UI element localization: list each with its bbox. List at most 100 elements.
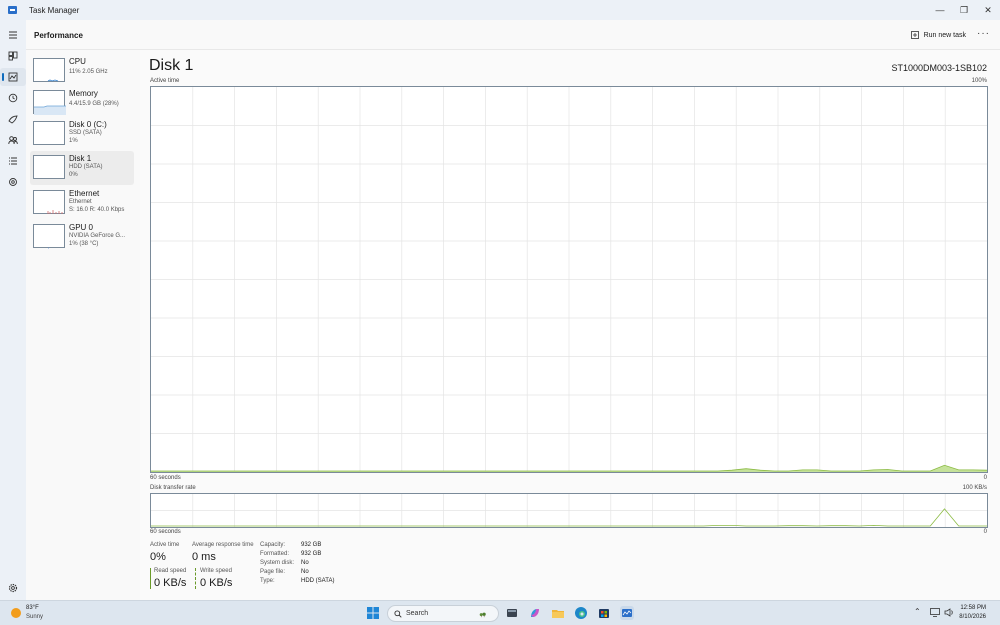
taskbar-search[interactable]: Search [387,605,499,622]
ethernet-thumbnail [33,190,65,214]
processes-icon[interactable] [0,47,26,65]
active-time-label: Active time [150,542,180,548]
page-header: Performance Run new task ··· [26,20,1000,50]
property-key: Formatted: [260,551,290,557]
device-name: CPU [69,57,86,66]
run-new-task-label: Run new task [923,31,966,39]
details-icon[interactable] [0,152,26,170]
property-key: Capacity: [260,542,286,548]
window-controls: — ❐ ✕ [928,0,1000,20]
file-explorer-icon[interactable] [505,606,519,620]
close-icon[interactable]: ✕ [976,0,1000,20]
minimize-icon[interactable]: — [928,0,952,20]
tree-widget-icon [473,607,495,621]
disk-1-thumbnail [33,155,65,179]
chevron-up-icon[interactable]: ⌃ [914,607,921,616]
clock-time[interactable]: 12:58 PM [960,605,986,611]
write-speed-label: Write speed [200,568,232,574]
device-detail: HDD (SATA) [69,164,103,170]
property-key: Page file: [260,569,286,575]
graph-min: 0 [983,529,987,535]
disk-detail-panel: Disk 1 ST1000DM003-1SB102 Active time 10… [140,50,1000,600]
disk-0-thumbnail [33,121,65,145]
device-gpu-0[interactable]: GPU 0 NVIDIA GeForce G... 1% (38 °C) [30,220,134,254]
window-title: Task Manager [29,5,80,15]
read-speed-indicator [150,568,151,589]
device-detail: 4.4/15.9 GB (28%) [69,101,119,107]
transfer-rate-svg [151,494,987,527]
device-name: GPU 0 [69,223,94,232]
device-name: Disk 1 [69,154,92,163]
cpu-thumbnail [33,58,65,82]
edge-icon[interactable] [574,606,588,620]
property-key: Type: [260,578,275,584]
device-detail: Ethernet [69,199,92,205]
task-manager-taskbar-icon[interactable] [620,606,634,620]
graph-min: 0 [983,475,987,481]
volume-icon[interactable] [944,608,954,619]
maximize-icon[interactable]: ❐ [952,0,976,20]
settings-icon[interactable] [0,579,26,597]
device-detail: 11% 2.05 GHz [69,69,108,75]
device-name: Ethernet [69,189,100,198]
property-value: 932 GB [301,551,322,557]
device-ethernet[interactable]: Ethernet Ethernet S: 16.0 R: 40.0 Kbps [30,186,134,220]
task-manager-icon [8,6,17,14]
run-new-task-button[interactable]: Run new task [910,31,966,39]
device-list: CPU 11% 2.05 GHz Memory 4.4/15.9 GB (28%… [26,50,140,600]
navigation-rail [0,20,26,600]
clock-date[interactable]: 8/10/2026 [959,614,986,620]
hamburger-icon[interactable] [0,26,26,44]
active-time-svg [151,87,987,472]
weather-temperature[interactable]: 83°F [26,605,39,611]
device-usage: S: 16.0 R: 40.0 Kbps [69,207,125,213]
more-options-button[interactable]: ··· [977,28,990,39]
property-key: System disk: [260,560,295,566]
device-usage: 1% (38 °C) [69,241,99,247]
write-speed-value: 0 KB/s [200,577,233,589]
write-speed-indicator [195,568,196,589]
copilot-icon[interactable] [528,606,542,620]
search-icon [394,610,402,618]
search-placeholder: Search [406,610,429,617]
active-time-graph-label: Active time [150,78,180,84]
device-usage: 1% [69,138,78,144]
device-cpu[interactable]: CPU 11% 2.05 GHz [30,54,134,88]
device-disk-0[interactable]: Disk 0 (C:) SSD (SATA) 1% [30,117,134,151]
avg-response-label: Average response time [192,542,254,548]
graph-time-span: 60 seconds [150,529,181,535]
property-value: 932 GB [301,542,322,548]
disk-model: ST1000DM003-1SB102 [891,63,987,73]
startup-apps-icon[interactable] [0,110,26,128]
device-name: Memory [69,89,98,98]
active-time-graph-max: 100% [971,78,987,84]
device-disk-1[interactable]: Disk 1 HDD (SATA) 0% [30,151,134,185]
transfer-rate-graph-max: 100 KB/s [962,485,987,491]
device-usage: 0% [69,172,78,178]
page-title: Performance [34,31,83,40]
active-time-value: 0% [150,551,166,563]
read-speed-value: 0 KB/s [154,577,187,589]
device-detail: SSD (SATA) [69,130,102,136]
start-icon[interactable] [366,606,380,620]
memory-thumbnail [33,90,66,115]
store-icon[interactable] [597,606,611,620]
run-task-icon [910,31,919,39]
services-icon[interactable] [0,173,26,191]
property-value: HDD (SATA) [301,578,335,584]
users-icon[interactable] [0,131,26,149]
title-bar: Task Manager — ❐ ✕ [0,0,1000,20]
weather-sun-icon[interactable] [11,608,21,618]
device-memory[interactable]: Memory 4.4/15.9 GB (28%) [30,86,134,120]
device-detail: NVIDIA GeForce G... [69,233,126,239]
transfer-rate-graph [150,493,988,528]
weather-description[interactable]: Sunny [26,614,43,620]
network-icon[interactable] [930,608,940,619]
performance-icon[interactable] [0,68,26,86]
disk-title: Disk 1 [149,57,194,74]
transfer-rate-graph-label: Disk transfer rate [150,485,196,491]
device-name: Disk 0 (C:) [69,120,107,129]
folder-icon[interactable] [551,606,565,620]
read-speed-label: Read speed [154,568,187,574]
app-history-icon[interactable] [0,89,26,107]
